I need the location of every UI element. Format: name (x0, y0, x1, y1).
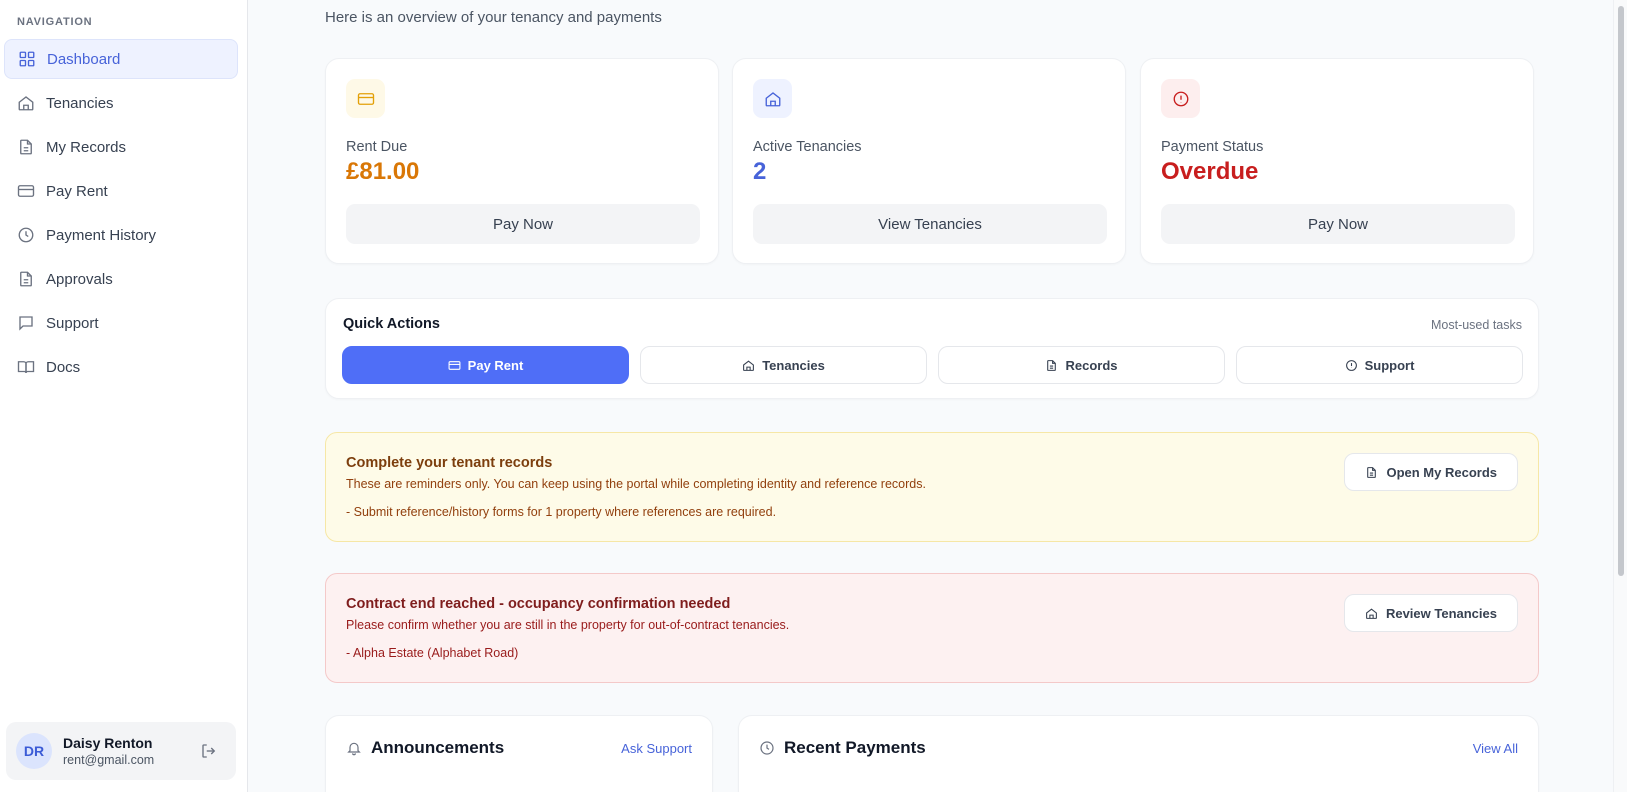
sidebar-item-label: Docs (46, 358, 81, 376)
recent-payments-panel: Recent Payments View All (738, 715, 1539, 792)
quick-pay-rent-button[interactable]: Pay Rent (342, 346, 629, 384)
sidebar-item-label: Payment History (46, 226, 157, 244)
stat-label: Payment Status (1161, 139, 1264, 155)
panel-title-text: Announcements (371, 738, 505, 757)
announcements-panel: Announcements Ask Support (325, 715, 713, 792)
sidebar-item-label: Tenancies (46, 94, 114, 112)
document-icon (1047, 359, 1057, 371)
book-icon (17, 361, 35, 374)
button-label: Open My Records (1386, 464, 1497, 480)
sidebar-item-label: Approvals (46, 270, 113, 288)
sidebar-item-pay-rent[interactable]: Pay Rent (4, 171, 238, 211)
logout-icon[interactable] (200, 742, 218, 760)
sidebar-item-label: My Records (46, 138, 127, 156)
sidebar-item-label: Pay Rent (46, 182, 108, 200)
stat-card-rent-due: Rent Due £81.00 Pay Now (325, 58, 719, 264)
sidebar-item-tenancies[interactable]: Tenancies (4, 83, 238, 123)
scrollbar-thumb[interactable] (1618, 6, 1624, 576)
credit-card-icon (17, 185, 35, 197)
quick-action-label: Tenancies (762, 357, 825, 373)
recent-payments-title: Recent Payments (759, 738, 926, 758)
sidebar-nav: Dashboard Tenancies My Records Pay Rent … (4, 39, 238, 391)
review-tenancies-button[interactable]: Review Tenancies (1343, 594, 1518, 632)
view-all-link[interactable]: View All (1473, 741, 1518, 756)
open-my-records-button[interactable]: Open My Records (1344, 453, 1518, 491)
page-subtitle: Here is an overview of your tenancy and … (325, 9, 662, 26)
contract-end-alert: Contract end reached - occupancy confirm… (325, 573, 1539, 683)
alert-text: Please confirm whether you are still in … (346, 618, 790, 632)
stat-value-payment-status: Overdue (1161, 158, 1259, 185)
sidebar-item-docs[interactable]: Docs (4, 347, 238, 387)
user-card: DR Daisy Renton rent@gmail.com (6, 722, 236, 780)
document-icon (1367, 466, 1377, 478)
sidebar-item-label: Support (46, 314, 99, 332)
sidebar-item-dashboard[interactable]: Dashboard (4, 39, 238, 79)
stat-icon-box (753, 79, 792, 118)
nav-section-title: NAVIGATION (17, 16, 93, 28)
avatar: DR (16, 733, 52, 769)
document-icon (20, 271, 32, 287)
credit-card-icon (357, 92, 374, 105)
sidebar-item-support[interactable]: Support (4, 303, 238, 343)
records-reminder-alert: Complete your tenant records These are r… (325, 432, 1539, 542)
quick-tenancies-button[interactable]: Tenancies (640, 346, 927, 384)
ask-support-link[interactable]: Ask Support (621, 741, 692, 756)
pay-now-button[interactable]: Pay Now (1161, 204, 1515, 244)
alert-circle-icon (1173, 91, 1188, 106)
user-email: rent@gmail.com (63, 753, 155, 767)
stat-label: Active Tenancies (753, 139, 862, 155)
quick-support-button[interactable]: Support (1236, 346, 1523, 384)
stat-icon-box (1161, 79, 1200, 118)
quick-actions-title: Quick Actions (343, 316, 440, 332)
stat-card-payment-status: Payment Status Overdue Pay Now (1140, 58, 1534, 264)
quick-action-label: Support (1364, 357, 1415, 373)
sidebar-item-my-records[interactable]: My Records (4, 127, 238, 167)
view-tenancies-button[interactable]: View Tenancies (753, 204, 1107, 244)
alert-title: Complete your tenant records (346, 455, 553, 471)
announcements-title: Announcements (346, 738, 504, 758)
document-icon (20, 139, 32, 155)
user-info: Daisy Renton rent@gmail.com (63, 735, 154, 767)
quick-actions-hint: Most-used tasks (1430, 318, 1522, 332)
message-icon (19, 316, 33, 331)
sidebar-item-label: Dashboard (47, 50, 121, 68)
home-icon (743, 359, 755, 371)
stat-label: Rent Due (346, 139, 408, 155)
credit-card-icon (448, 360, 461, 370)
stat-value-rent-due: £81.00 (346, 158, 420, 185)
pay-now-button[interactable]: Pay Now (346, 204, 700, 244)
clock-icon (18, 227, 34, 243)
quick-action-label: Records (1065, 357, 1118, 373)
page-scrollbar[interactable] (1613, 0, 1627, 792)
home-icon (1366, 607, 1377, 619)
sidebar-item-payment-history[interactable]: Payment History (4, 215, 238, 255)
alert-item: - Alpha Estate (Alphabet Road) (346, 646, 519, 660)
user-name: Daisy Renton (63, 735, 153, 751)
alert-text: These are reminders only. You can keep u… (346, 477, 926, 491)
stat-card-active-tenancies: Active Tenancies 2 View Tenancies (732, 58, 1126, 264)
grid-icon (19, 51, 35, 67)
alert-circle-icon (1345, 359, 1357, 371)
panel-title-text: Recent Payments (784, 738, 926, 757)
clock-icon (760, 741, 774, 755)
bell-icon (347, 742, 361, 756)
home-icon (765, 91, 780, 106)
quick-actions-card: Quick Actions Most-used tasks Pay Rent T… (325, 298, 1539, 399)
alert-item: - Submit reference/history forms for 1 p… (346, 505, 777, 519)
button-label: Review Tenancies (1385, 605, 1497, 621)
stat-icon-box (346, 79, 385, 118)
alert-title: Contract end reached - occupancy confirm… (346, 596, 731, 612)
quick-records-button[interactable]: Records (938, 346, 1225, 384)
sidebar-item-approvals[interactable]: Approvals (4, 259, 238, 299)
sidebar: NAVIGATION Dashboard Tenancies My Record… (0, 0, 248, 792)
home-icon (18, 96, 34, 111)
quick-action-label: Pay Rent (467, 357, 524, 373)
stat-value-active-tenancies: 2 (753, 158, 767, 185)
